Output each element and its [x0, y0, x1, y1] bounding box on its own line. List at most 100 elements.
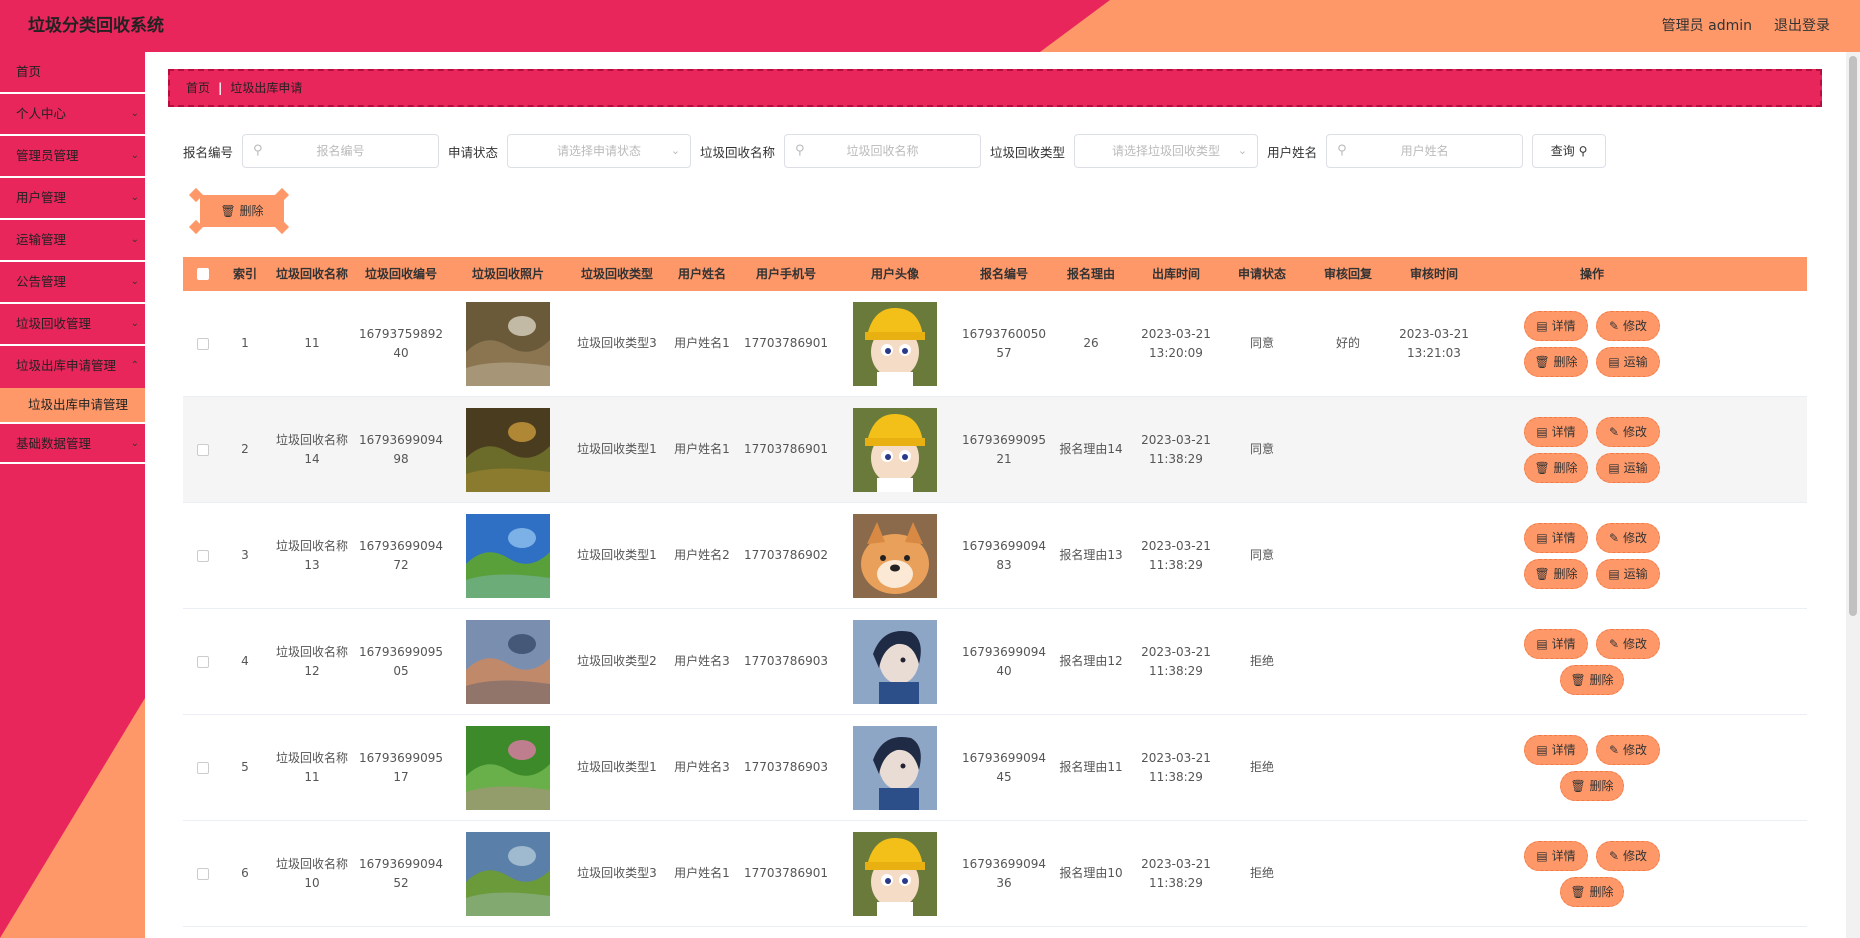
sidebar-item-outbound-application[interactable]: 垃圾出库申请管理 ⌃ [0, 346, 145, 388]
edit-button[interactable]: ✎ 修改 [1596, 522, 1660, 553]
detail-button[interactable]: ▤ 详情 [1524, 416, 1588, 447]
delete-button[interactable]: 🗑 删除 [1560, 770, 1624, 801]
sidebar-item-notice-management[interactable]: 公告管理 ⌄ [0, 262, 145, 304]
edit-button[interactable]: ✎ 修改 [1596, 628, 1660, 659]
table-cell: 用户姓名1 [663, 864, 741, 883]
apply-no-input[interactable]: ⚲ 报名编号 [242, 134, 440, 168]
sidebar-accent [0, 698, 145, 938]
recycle-code: 1679369909472 [359, 538, 443, 572]
sidebar-item-personal-center[interactable]: 个人中心 ⌄ [0, 94, 145, 136]
status-select[interactable]: 请选择申请状态 ⌄ [507, 134, 692, 168]
row-checkbox[interactable] [197, 443, 209, 456]
table-row: 2 垃圾回收名称14 1679369909498 垃圾回收类型1 用户姓名1 177037… [183, 397, 1807, 503]
user-avatar[interactable] [853, 619, 937, 704]
table-cell: 17703786901 [741, 334, 831, 353]
detail-button[interactable]: ▤ 详情 [1524, 310, 1588, 341]
batch-delete-button[interactable]: 🗑 删除 [200, 195, 284, 227]
apply-no-placeholder: 报名编号 [316, 144, 365, 158]
breadcrumb-home[interactable]: 首页 [186, 81, 210, 95]
delete-button[interactable]: 🗑 删除 [1524, 346, 1588, 377]
transport-button[interactable]: ▤ 运输 [1596, 558, 1660, 589]
row-checkbox[interactable] [197, 761, 209, 774]
table-cell: 垃圾回收类型1 [571, 546, 663, 565]
recycle-photo[interactable] [466, 831, 550, 916]
user-avatar[interactable] [853, 831, 937, 916]
table-cell: 报名理由12 [1049, 652, 1133, 671]
sidebar-item-label: 垃圾出库申请管理 [28, 397, 129, 412]
detail-button[interactable]: ▤ 详情 [1524, 628, 1588, 659]
recycle-type: 垃圾回收类型2 [577, 654, 657, 668]
row-checkbox[interactable] [197, 549, 209, 562]
header-cell: 报名理由 [1066, 266, 1115, 281]
header-cell: 索引 [232, 266, 257, 281]
query-button[interactable]: 查询 ⚲ [1532, 134, 1607, 168]
pencil-icon: ✎ [1609, 424, 1620, 439]
sidebar-subitem-outbound-application[interactable]: 垃圾出库申请管理 [0, 388, 145, 422]
row-checkbox[interactable] [197, 655, 209, 668]
table-cell [445, 513, 571, 598]
recycle-photo[interactable] [466, 407, 550, 492]
delete-button[interactable]: 🗑 删除 [1560, 876, 1624, 907]
edit-label: 修改 [1622, 742, 1647, 757]
delete-button[interactable]: 🗑 删除 [1524, 452, 1588, 483]
apply-reason: 报名理由13 [1059, 548, 1123, 562]
edit-label: 修改 [1622, 530, 1647, 545]
user-avatar[interactable] [853, 301, 937, 386]
table-cell [183, 546, 223, 565]
recycle-type: 垃圾回收类型1 [577, 442, 657, 456]
detail-label: 详情 [1551, 530, 1576, 545]
table-cell: 用户姓名2 [663, 546, 741, 565]
detail-button[interactable]: ▤ 详情 [1524, 522, 1588, 553]
detail-label: 详情 [1551, 636, 1576, 651]
edit-button[interactable]: ✎ 修改 [1596, 310, 1660, 341]
logout-link[interactable]: 退出登录 [1774, 0, 1830, 52]
recycle-name: 垃圾回收名称11 [275, 750, 348, 784]
transport-button[interactable]: ▤ 运输 [1596, 346, 1660, 377]
table-cell: 1679376005057 [959, 325, 1049, 363]
edit-button[interactable]: ✎ 修改 [1596, 840, 1660, 871]
recycle-name-input[interactable]: ⚲ 垃圾回收名称 [784, 134, 982, 168]
outbound-time: 2023-03-21 11:38:29 [1141, 644, 1211, 678]
table-cell: 2023-03-21 13:20:09 [1133, 325, 1219, 363]
recycle-photo[interactable] [466, 301, 550, 386]
row-checkbox[interactable] [197, 867, 209, 880]
recycle-name: 垃圾回收名称12 [275, 644, 348, 678]
transport-button[interactable]: ▤ 运输 [1596, 452, 1660, 483]
recycle-photo[interactable] [466, 725, 550, 810]
recycle-type-select[interactable]: 请选择垃圾回收类型 ⌄ [1074, 134, 1259, 168]
table-cell [445, 619, 571, 704]
scrollbar-thumb[interactable] [1849, 56, 1857, 616]
user-name: 用户姓名1 [674, 442, 730, 456]
user-avatar[interactable] [853, 725, 937, 810]
detail-button[interactable]: ▤ 详情 [1524, 734, 1588, 765]
recycle-code: 1679369909517 [359, 750, 443, 784]
select-all-checkbox[interactable] [197, 268, 209, 280]
sidebar-item-basic-data[interactable]: 基础数据管理 ⌄ [0, 422, 145, 464]
edit-button[interactable]: ✎ 修改 [1596, 734, 1660, 765]
table-cell: 垃圾回收类型3 [571, 334, 663, 353]
sidebar-item-transport-management[interactable]: 运输管理 ⌄ [0, 220, 145, 262]
sidebar-item-admin-management[interactable]: 管理员管理 ⌄ [0, 136, 145, 178]
table-cell: 用户姓名3 [663, 758, 741, 777]
search-icon: ⚲ [795, 143, 805, 158]
user-avatar[interactable] [853, 513, 937, 598]
delete-button[interactable]: 🗑 删除 [1560, 664, 1624, 695]
apply-status: 拒绝 [1249, 654, 1274, 668]
vertical-scrollbar[interactable] [1846, 52, 1860, 938]
user-name-input[interactable]: ⚲ 用户姓名 [1326, 134, 1524, 168]
recycle-photo[interactable] [466, 619, 550, 704]
delete-button[interactable]: 🗑 删除 [1524, 558, 1588, 589]
edit-button[interactable]: ✎ 修改 [1596, 416, 1660, 447]
user-phone: 17703786902 [744, 548, 828, 562]
user-avatar[interactable] [853, 407, 937, 492]
user-phone: 17703786901 [744, 866, 828, 880]
table-cell: 17703786901 [741, 440, 831, 459]
table-cell: 拒绝 [1219, 652, 1305, 671]
recycle-photo[interactable] [466, 513, 550, 598]
detail-button[interactable]: ▤ 详情 [1524, 840, 1588, 871]
sidebar-item-user-management[interactable]: 用户管理 ⌄ [0, 178, 145, 220]
apply-status: 拒绝 [1249, 760, 1274, 774]
sidebar-item-recycling-management[interactable]: 垃圾回收管理 ⌄ [0, 304, 145, 346]
row-checkbox[interactable] [197, 337, 209, 350]
sidebar-item-home[interactable]: 首页 [0, 52, 145, 94]
